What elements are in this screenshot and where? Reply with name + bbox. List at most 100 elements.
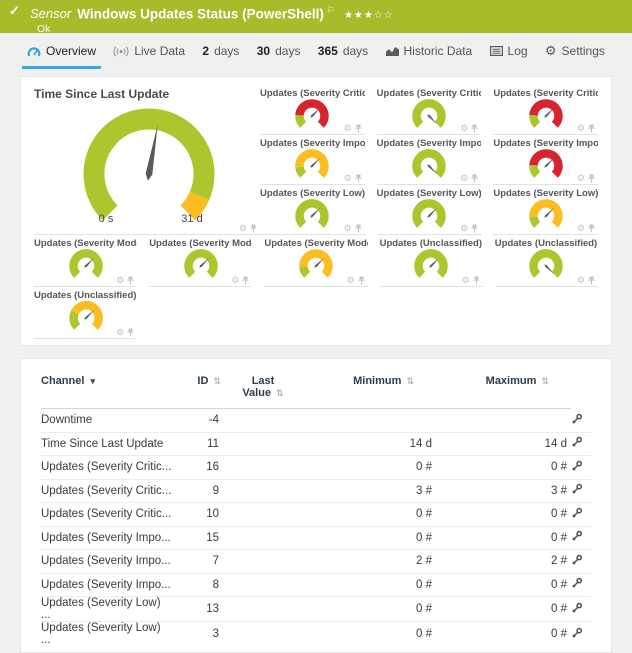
tab-log[interactable]: Log <box>485 36 533 69</box>
tab-live-data[interactable]: Live Data <box>108 36 190 69</box>
channel-gauge-cell[interactable]: Updates (Severity Low) Missi... ⚙ <box>493 185 598 235</box>
column-header-min[interactable]: Minimum ⇅ <box>301 369 436 409</box>
gear-icon[interactable]: ⚙ <box>344 224 352 233</box>
channel-gauge-cell[interactable]: Updates (Unclassified) Missing ⚙ <box>34 287 137 339</box>
channel-tools-cell <box>571 573 591 597</box>
tab-icon: ⚙ <box>545 46 557 56</box>
gear-icon[interactable]: ⚙ <box>577 124 585 133</box>
channel-name-cell[interactable]: Updates (Severity Critic... <box>41 503 173 527</box>
gauge-hover-tools: ⚙ <box>347 276 365 285</box>
gear-icon[interactable]: ⚙ <box>344 124 352 133</box>
channel-gauge-cell[interactable]: Updates (Severity Critical) Mi... ⚙ <box>493 85 598 135</box>
channel-settings-icon[interactable] <box>571 483 583 495</box>
channel-name-cell[interactable]: Updates (Severity Critic... <box>41 456 173 480</box>
tab-overview[interactable]: Overview <box>22 36 101 69</box>
channel-minimum-cell: 0 # <box>301 526 436 550</box>
pin-icon[interactable] <box>127 276 134 285</box>
gear-icon[interactable]: ⚙ <box>577 276 585 285</box>
channel-name-cell[interactable]: Updates (Severity Impo... <box>41 573 173 597</box>
channel-gauge-cell[interactable]: Updates (Unclassified) Install... ⚙ <box>495 235 598 287</box>
channel-gauge-cell[interactable]: Updates (Severity Low) Install... ⚙ <box>377 185 482 235</box>
channel-gauge-cell[interactable]: Updates (Severity Important) ... ⚙ <box>377 135 482 185</box>
tab-30-days[interactable]: 30 days <box>252 36 306 69</box>
gauge-hover-tools: ⚙ <box>344 124 362 133</box>
gear-icon[interactable]: ⚙ <box>460 124 468 133</box>
channel-id-cell: 13 <box>173 597 225 622</box>
gear-icon[interactable]: ⚙ <box>116 276 124 285</box>
channel-gauge-cell[interactable]: Updates (Severity Critical) Ins... ⚙ <box>377 85 482 135</box>
gear-icon[interactable]: ⚙ <box>347 276 355 285</box>
channel-gauge-cell[interactable]: Updates (Severity Important) ... ⚙ <box>260 135 365 185</box>
channel-name-cell[interactable]: Updates (Severity Low) ... <box>41 597 173 622</box>
tab-365-days[interactable]: 365 days <box>313 36 373 69</box>
pin-icon[interactable] <box>588 174 595 183</box>
gear-icon[interactable]: ⚙ <box>460 224 468 233</box>
channel-tools-cell <box>571 503 591 527</box>
gear-icon[interactable]: ⚙ <box>116 328 124 337</box>
channel-name-cell[interactable]: Updates (Severity Critic... <box>41 479 173 503</box>
column-header-id[interactable]: ID ⇅ <box>173 369 225 409</box>
column-header-last[interactable]: LastValue ⇅ <box>225 369 301 409</box>
gear-icon[interactable]: ⚙ <box>462 276 470 285</box>
priority-stars[interactable]: ★★★☆☆ <box>344 10 394 21</box>
channel-row: Updates (Severity Impo... 8 0 # 0 # <box>41 573 591 597</box>
channel-settings-icon[interactable] <box>571 602 583 614</box>
gear-icon[interactable]: ⚙ <box>239 224 247 233</box>
channel-settings-icon[interactable] <box>571 530 583 542</box>
channel-gauge-cell[interactable]: Updates (Severity Moderate) I... ⚙ <box>149 235 252 287</box>
channel-name-cell[interactable]: Updates (Severity Impo... <box>41 526 173 550</box>
pin-icon[interactable] <box>355 124 362 133</box>
pin-icon[interactable] <box>127 328 134 337</box>
channel-gauge-cell[interactable]: Updates (Severity Important) ... ⚙ <box>493 135 598 185</box>
pin-icon[interactable] <box>471 124 478 133</box>
channel-name-cell[interactable]: Time Since Last Update <box>41 432 173 456</box>
gear-icon[interactable]: ⚙ <box>577 224 585 233</box>
channel-last-value-cell <box>225 597 301 622</box>
tab-2-days[interactable]: 2 days <box>197 36 244 69</box>
pin-icon[interactable] <box>588 276 595 285</box>
channel-row: Updates (Severity Impo... 7 2 # 2 # <box>41 550 591 574</box>
channel-settings-icon[interactable] <box>571 436 583 448</box>
channel-maximum-cell: 3 # <box>436 479 571 503</box>
pin-icon[interactable] <box>473 276 480 285</box>
channel-minimum-cell: 3 # <box>301 479 436 503</box>
channel-settings-icon[interactable] <box>571 413 583 425</box>
pin-icon[interactable] <box>355 174 362 183</box>
channel-name-cell[interactable]: Updates (Severity Impo... <box>41 550 173 574</box>
channel-settings-icon[interactable] <box>571 627 583 639</box>
pin-icon[interactable] <box>471 174 478 183</box>
channel-settings-icon[interactable] <box>571 460 583 472</box>
gear-icon[interactable]: ⚙ <box>231 276 239 285</box>
column-header-max[interactable]: Maximum ⇅ <box>436 369 571 409</box>
sort-desc-icon: ▾ <box>90 376 95 386</box>
tab-settings[interactable]: ⚙ Settings <box>540 36 610 69</box>
channel-gauge-cell[interactable]: Updates (Severity Low) Hidden ⚙ <box>260 185 365 235</box>
pin-icon[interactable] <box>242 276 249 285</box>
channel-gauge-cell[interactable]: Updates (Severity Moderate) ... ⚙ <box>264 235 367 287</box>
column-header-channel[interactable]: Channel ▾ <box>41 369 173 409</box>
priority-flag-icon[interactable]: ⚐ <box>327 5 335 15</box>
channel-maximum-cell <box>436 409 571 433</box>
pin-icon[interactable] <box>250 224 257 233</box>
channel-tools-cell <box>571 597 591 622</box>
channel-gauge-cell[interactable]: Updates (Severity Critical) Hi... ⚙ <box>260 85 365 135</box>
pin-icon[interactable] <box>355 224 362 233</box>
pin-icon[interactable] <box>588 224 595 233</box>
gear-icon[interactable]: ⚙ <box>460 174 468 183</box>
pin-icon[interactable] <box>588 124 595 133</box>
gear-icon[interactable]: ⚙ <box>344 174 352 183</box>
channel-settings-icon[interactable] <box>571 507 583 519</box>
channel-minimum-cell: 14 d <box>301 432 436 456</box>
pin-icon[interactable] <box>358 276 365 285</box>
main-gauge-cell[interactable]: Time Since Last Update 0 s 31 d ⚙ <box>34 85 260 235</box>
channel-settings-icon[interactable] <box>571 577 583 589</box>
tab-historic-data[interactable]: Historic Data <box>381 36 478 69</box>
channel-name-cell[interactable]: Updates (Severity Low) ... <box>41 622 173 647</box>
pin-icon[interactable] <box>471 224 478 233</box>
gear-icon[interactable]: ⚙ <box>577 174 585 183</box>
channel-gauge-cell[interactable]: Updates (Severity Moderate) ... ⚙ <box>34 235 137 287</box>
channel-gauge-cell[interactable]: Updates (Unclassified) Hidden ⚙ <box>380 235 483 287</box>
channel-settings-icon[interactable] <box>571 554 583 566</box>
channel-last-value-cell <box>225 409 301 433</box>
channel-name-cell[interactable]: Downtime <box>41 409 173 433</box>
